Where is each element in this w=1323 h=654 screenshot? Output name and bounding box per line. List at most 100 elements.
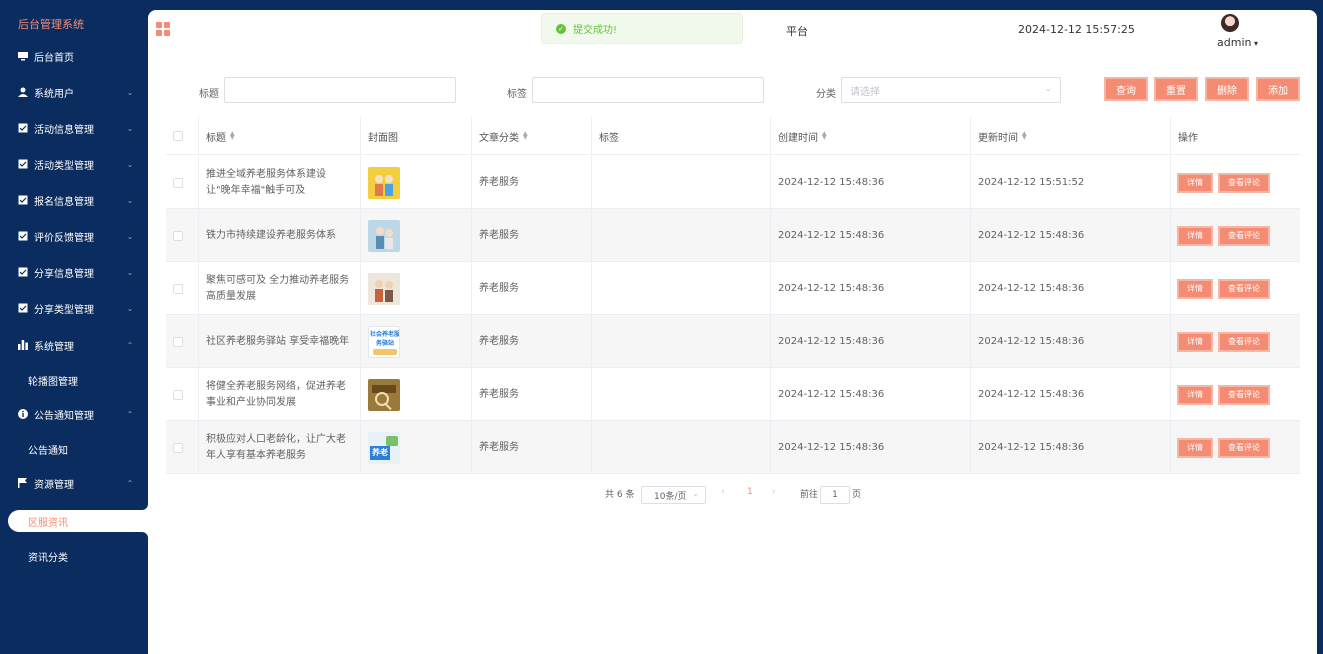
tag-search-input[interactable] [532, 77, 764, 103]
view-comments-button[interactable]: 查看评论 [1218, 332, 1270, 352]
sidebar-subitem-label: 轮播图管理 [28, 376, 78, 388]
sidebar-item-label: 报名信息管理 [34, 196, 94, 208]
next-page-icon[interactable]: › [772, 487, 776, 497]
row-checkbox[interactable] [173, 442, 183, 453]
sidebar-item-system-users[interactable]: 系统用户 ⌄ [0, 81, 148, 103]
row-checkbox[interactable] [173, 283, 183, 294]
sidebar-item-share-type[interactable]: 分享类型管理 ⌄ [0, 297, 148, 319]
column-created[interactable]: 创建时间 ▲ ▼ [771, 117, 971, 155]
sidebar-item-resource-management[interactable]: 资源管理 ⌃ [0, 472, 148, 494]
sort-icon[interactable]: ▲ ▼ [230, 131, 235, 141]
sort-icon[interactable]: ▲ ▼ [822, 131, 827, 141]
category-select[interactable]: 请选择 ⌄ [841, 77, 1061, 103]
sidebar-subitem-news[interactable]: 区服资讯 [8, 510, 158, 532]
prev-page-icon[interactable]: ‹ [721, 487, 725, 497]
title-label: 标题 [199, 89, 219, 100]
goto-prefix: 前往 [800, 490, 819, 500]
chevron-down-icon: ⌄ [126, 303, 134, 313]
tags-cell [592, 156, 771, 209]
sort-icon[interactable]: ▲ ▼ [1022, 131, 1027, 141]
sidebar-item-home[interactable]: 后台首页 [0, 45, 148, 67]
reset-button[interactable]: 重置 [1154, 77, 1198, 101]
detail-button[interactable]: 详情 [1177, 279, 1213, 299]
view-comments-label: 查看评论 [1228, 178, 1260, 187]
tags-cell [592, 368, 771, 421]
sidebar-item-activity-type[interactable]: 活动类型管理 ⌄ [0, 153, 148, 175]
detail-button[interactable]: 详情 [1177, 226, 1213, 246]
title-cell: 社区养老服务驿站 享受幸福晚年 [199, 315, 361, 368]
view-comments-button[interactable]: 查看评论 [1218, 438, 1270, 458]
tags-cell [592, 315, 771, 368]
column-actions-label: 操作 [1178, 132, 1198, 144]
view-comments-button[interactable]: 查看评论 [1218, 173, 1270, 193]
sidebar-subitem-label: 区服资讯 [28, 517, 68, 529]
cover-cell [361, 156, 472, 209]
sidebar-item-label: 分享类型管理 [34, 304, 94, 316]
detail-button[interactable]: 详情 [1177, 332, 1213, 352]
monitor-icon [18, 51, 28, 61]
sidebar-subitem-carousel[interactable]: 轮播图管理 [0, 369, 148, 391]
column-cover: 封面图 [361, 117, 472, 155]
tag-label: 标签 [507, 89, 527, 100]
title-cell: 积极应对人口老龄化，让广大老年人享有基本养老服务 [199, 421, 361, 474]
sidebar-item-share-info[interactable]: 分享信息管理 ⌄ [0, 261, 148, 283]
title-cell: 将健全养老服务网络，促进养老事业和产业协同发展 [199, 368, 361, 421]
row-checkbox[interactable] [173, 389, 183, 400]
sidebar-item-label: 活动信息管理 [34, 124, 94, 136]
detail-button-label: 详情 [1187, 178, 1203, 187]
pagination-total: 共 6 条 [605, 490, 635, 500]
cover-thumbnail[interactable]: 社会养老服务驿站 [368, 325, 400, 358]
detail-button[interactable]: 详情 [1177, 385, 1213, 405]
chevron-down-icon: ⌄ [692, 489, 699, 498]
column-category[interactable]: 文章分类 ▲ ▼ [472, 117, 592, 155]
cover-thumbnail[interactable] [368, 378, 400, 411]
sort-icon[interactable]: ▲ ▼ [523, 131, 528, 141]
column-tags: 标签 [592, 117, 771, 155]
view-comments-button[interactable]: 查看评论 [1218, 279, 1270, 299]
created-cell: 2024-12-12 15:48:36 [771, 156, 971, 209]
sidebar-item-feedback[interactable]: 评价反馈管理 ⌄ [0, 225, 148, 247]
chevron-down-icon: ⌄ [126, 195, 134, 205]
chevron-down-icon: ▾ [1251, 39, 1259, 48]
column-updated[interactable]: 更新时间 ▲ ▼ [971, 117, 1171, 155]
avatar[interactable] [1221, 14, 1239, 32]
row-checkbox[interactable] [173, 177, 183, 188]
success-toast: ✓ 提交成功! [541, 13, 743, 44]
tags-cell [592, 262, 771, 315]
select-all-checkbox[interactable] [173, 131, 183, 141]
cover-thumbnail[interactable] [368, 166, 400, 199]
sidebar-subitem-news-category[interactable]: 资讯分类 [0, 545, 148, 567]
updated-cell: 2024-12-12 15:48:36 [971, 209, 1171, 262]
row-checkbox[interactable] [173, 230, 183, 241]
view-comments-button[interactable]: 查看评论 [1218, 226, 1270, 246]
column-title[interactable]: 标题 ▲ ▼ [199, 117, 361, 155]
view-comments-button[interactable]: 查看评论 [1218, 385, 1270, 405]
sidebar-item-registration[interactable]: 报名信息管理 ⌄ [0, 189, 148, 211]
row-checkbox[interactable] [173, 336, 183, 347]
grid-menu-icon[interactable] [156, 22, 170, 36]
title-search-input[interactable] [224, 77, 456, 103]
page-size-select[interactable]: 10条/页 ⌄ [641, 486, 706, 504]
cover-thumbnail[interactable] [368, 219, 400, 252]
sidebar-subitem-notice[interactable]: 公告通知 [0, 438, 148, 460]
checkbox-icon [18, 123, 28, 133]
page-number-current[interactable]: 1 [747, 487, 753, 497]
sidebar-item-label: 活动类型管理 [34, 160, 94, 172]
detail-button[interactable]: 详情 [1177, 173, 1213, 193]
user-menu[interactable]: admin ▾ [1217, 36, 1258, 49]
query-button[interactable]: 查询 [1104, 77, 1148, 101]
goto-page-input[interactable] [820, 486, 850, 504]
view-comments-label: 查看评论 [1228, 284, 1260, 293]
detail-button-label: 详情 [1187, 443, 1203, 452]
add-button[interactable]: 添加 [1256, 77, 1300, 101]
cover-thumbnail[interactable] [368, 272, 400, 305]
category-cell: 养老服务 [472, 262, 592, 315]
sidebar-item-activity-info[interactable]: 活动信息管理 ⌄ [0, 117, 148, 139]
cover-thumbnail[interactable]: 养老 [368, 431, 400, 464]
delete-button[interactable]: 删除 [1205, 77, 1249, 101]
detail-button[interactable]: 详情 [1177, 438, 1213, 458]
sidebar-item-notice-management[interactable]: 公告通知管理 ⌃ [0, 403, 148, 425]
chevron-up-icon: ⌃ [126, 340, 134, 350]
sidebar-item-system-management[interactable]: 系统管理 ⌃ [0, 334, 148, 356]
actions-cell: 详情 查看评论 [1171, 209, 1300, 262]
